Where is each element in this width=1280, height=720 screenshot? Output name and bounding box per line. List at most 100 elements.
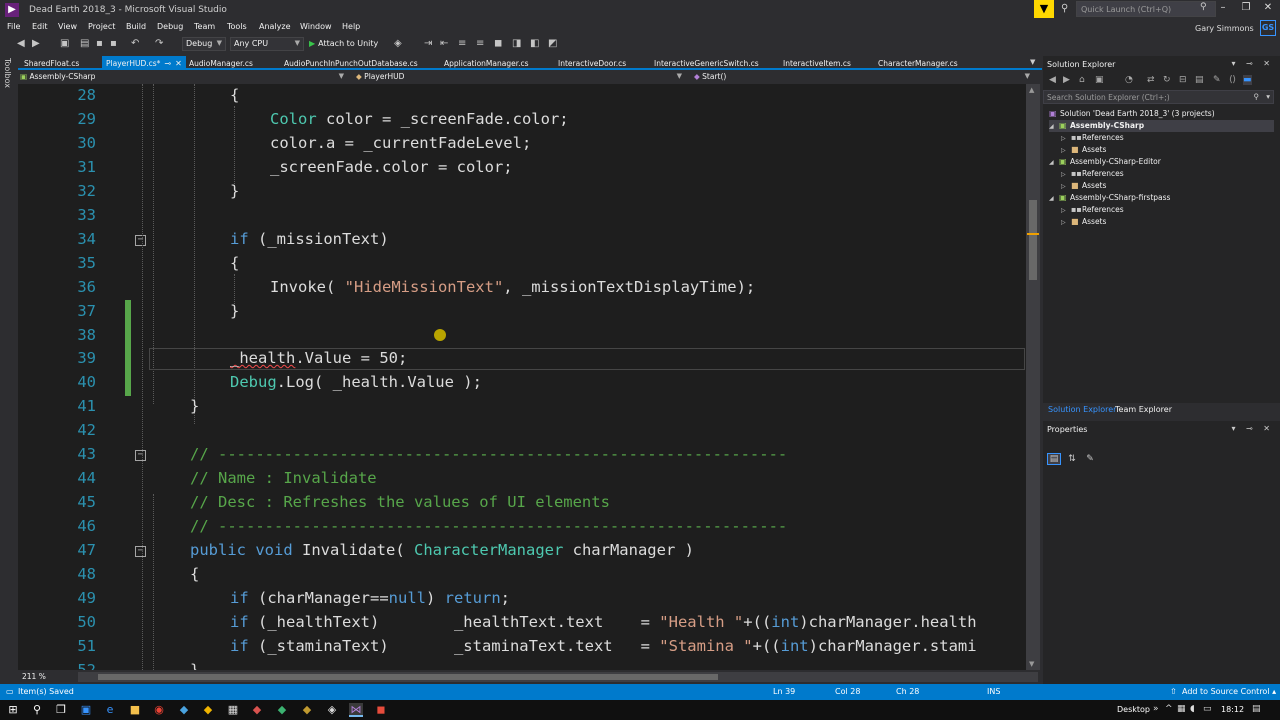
expanded-icon[interactable]: ◢ [1049,193,1059,205]
app-icon[interactable]: ◆ [177,703,191,717]
chrome-icon[interactable]: ◉ [152,703,166,717]
property-pages-icon[interactable]: ✎ [1083,454,1097,466]
step-over-icon[interactable]: ⇤ [440,38,448,49]
chevron-down-icon[interactable]: ▾ [1266,92,1270,101]
categorized-icon[interactable]: ▤ [1047,453,1061,465]
visual-studio-icon[interactable]: ⋈ [349,703,363,717]
unity-icon[interactable]: ◈ [325,703,339,717]
tree-assets[interactable]: ▷ ■ Assets [1061,180,1106,192]
app-icon[interactable]: ◆ [250,703,264,717]
collapse-icon[interactable]: − [135,450,146,461]
tree-project-assembly-csharp-editor[interactable]: ◢ ▣ Assembly-CSharp-Editor [1049,156,1161,168]
notification-flag-icon[interactable]: ▼ [1034,0,1054,18]
feedback-filter-icon[interactable]: ⚲ [1061,3,1068,14]
collapse-icon[interactable]: − [135,235,146,246]
restore-icon[interactable]: ❐ [1236,2,1256,16]
alphabetical-icon[interactable]: ⇅ [1065,454,1079,466]
minimize-icon[interactable]: – [1213,2,1233,16]
member-dropdown[interactable]: ◆ Start() ▼ [694,72,1034,83]
home-icon[interactable]: ⌂ [1079,75,1085,85]
scroll-thumb[interactable] [1029,200,1037,280]
tab-team-explorer[interactable]: Team Explorer [1112,404,1175,415]
solution-search-input[interactable]: Search Solution Explorer (Ctrl+;) ⚲ ▾ [1043,90,1274,104]
tree-project-assembly-csharp-firstpass[interactable]: ◢ ▣ Assembly-CSharp-firstpass [1049,192,1170,204]
back-icon[interactable]: ◀ [17,38,25,49]
platform-select[interactable]: Any CPU ▼ [230,37,304,51]
edge-icon[interactable]: e [103,703,117,717]
tab-audiopunchin[interactable]: AudioPunchInPunchOutDatabase.cs [280,56,422,70]
tree-references[interactable]: ▷ ▪▪References [1061,168,1124,180]
keyboard-icon[interactable]: ▭ [1203,704,1212,714]
save-icon[interactable]: ▪ [96,38,103,49]
menu-analyze[interactable]: Analyze [259,22,291,31]
configuration-select[interactable]: Debug ▼ [182,37,226,51]
forward-icon[interactable]: ▶ [1063,75,1070,85]
collapsed-icon[interactable]: ▷ [1061,217,1071,229]
desktop-toolbar-label[interactable]: Desktop [1117,705,1150,714]
expanded-icon[interactable]: ◢ [1049,121,1059,133]
tab-interactivegenericswitch[interactable]: InteractiveGenericSwitch.cs [650,56,763,70]
tree-references[interactable]: ▷ ▪▪References [1061,132,1124,144]
properties-icon[interactable]: ✎ [1213,75,1221,85]
tabs-dropdown-icon[interactable]: ▼ [1030,58,1035,66]
tab-interactivedoor[interactable]: InteractiveDoor.cs [554,56,630,70]
search-icon[interactable]: ⚲ [1200,2,1207,12]
attach-to-unity-button[interactable]: ▶ Attach to Unity [309,39,378,48]
menu-project[interactable]: Project [88,22,115,31]
show-all-files-icon[interactable]: ▤ [1195,75,1204,85]
pending-changes-icon[interactable]: ◔ [1125,75,1133,85]
step-icon[interactable]: ⇥ [424,38,432,49]
volume-icon[interactable]: ◖ [1190,704,1195,714]
menu-help[interactable]: Help [342,22,360,31]
tab-sharedfloat[interactable]: SharedFloat.cs [20,56,83,70]
project-dropdown[interactable]: ▣ Assembly-CSharp ▼ [20,72,348,83]
tray-up-icon[interactable]: ^ [1165,704,1173,714]
switch-views-icon[interactable]: ▣ [1095,75,1104,85]
menu-build[interactable]: Build [126,22,146,31]
prev-bookmark-icon[interactable]: ◨ [512,38,521,49]
view-code-icon[interactable]: ⟨⟩ [1229,75,1236,85]
menu-debug[interactable]: Debug [157,22,183,31]
app-icon[interactable]: ◆ [275,703,289,717]
network-icon[interactable]: ▦ [1177,704,1186,714]
task-view-icon[interactable]: ❐ [54,703,68,717]
refresh-icon[interactable]: ↻ [1163,75,1171,85]
redo-icon[interactable]: ↷ [155,38,163,49]
undo-icon[interactable]: ↶ [131,38,139,49]
open-file-icon[interactable]: ▤ [80,38,89,49]
file-explorer-icon[interactable]: ■ [128,703,142,717]
new-project-icon[interactable]: ▣ [60,38,69,49]
menu-team[interactable]: Team [194,22,215,31]
tree-assets[interactable]: ▷ ■ Assets [1061,144,1106,156]
clock[interactable]: 18:12 [1221,705,1244,714]
back-icon[interactable]: ◀ [1049,75,1056,85]
scroll-down-icon[interactable]: ▼ [1029,660,1034,668]
tab-audiomanager[interactable]: AudioManager.cs [185,56,257,70]
search-icon[interactable]: ⚲ [1254,92,1260,101]
toolbox-tab[interactable]: Toolbox [3,58,12,88]
preview-icon[interactable]: ▬ [1243,75,1252,85]
notifications-icon[interactable]: ▤ [1252,704,1261,714]
app-icon[interactable]: ◆ [201,703,215,717]
editor-horizontal-scrollbar[interactable] [78,672,1038,682]
editor-vertical-scrollbar[interactable]: ▲ ▼ [1026,84,1040,670]
tray-overflow-icon[interactable]: » [1153,704,1159,714]
panel-controls[interactable]: ▾ ⊸ ✕ [1231,424,1274,433]
app-icon[interactable]: ◆ [300,703,314,717]
add-to-source-control-button[interactable]: Add to Source Control ▴ [1182,687,1276,696]
quick-launch-input[interactable]: Quick Launch (Ctrl+Q) [1076,1,1216,17]
panel-controls[interactable]: ▾ ⊸ ✕ [1231,59,1274,68]
indent-icon[interactable]: ≡ [476,38,484,49]
close-window-icon[interactable]: ✕ [1258,2,1278,16]
search-icon[interactable]: ⚲ [30,703,44,717]
tab-interactiveitem[interactable]: InteractiveItem.cs [779,56,855,70]
menu-window[interactable]: Window [300,22,332,31]
save-all-icon[interactable]: ▪ [110,38,117,49]
menu-tools[interactable]: Tools [227,22,247,31]
tree-references[interactable]: ▷ ▪▪References [1061,204,1124,216]
menu-file[interactable]: File [7,22,20,31]
tab-solution-explorer[interactable]: Solution Explorer [1045,404,1119,415]
menu-view[interactable]: View [58,22,77,31]
scroll-up-icon[interactable]: ▲ [1029,86,1034,94]
tree-assets[interactable]: ▷ ■ Assets [1061,216,1106,228]
